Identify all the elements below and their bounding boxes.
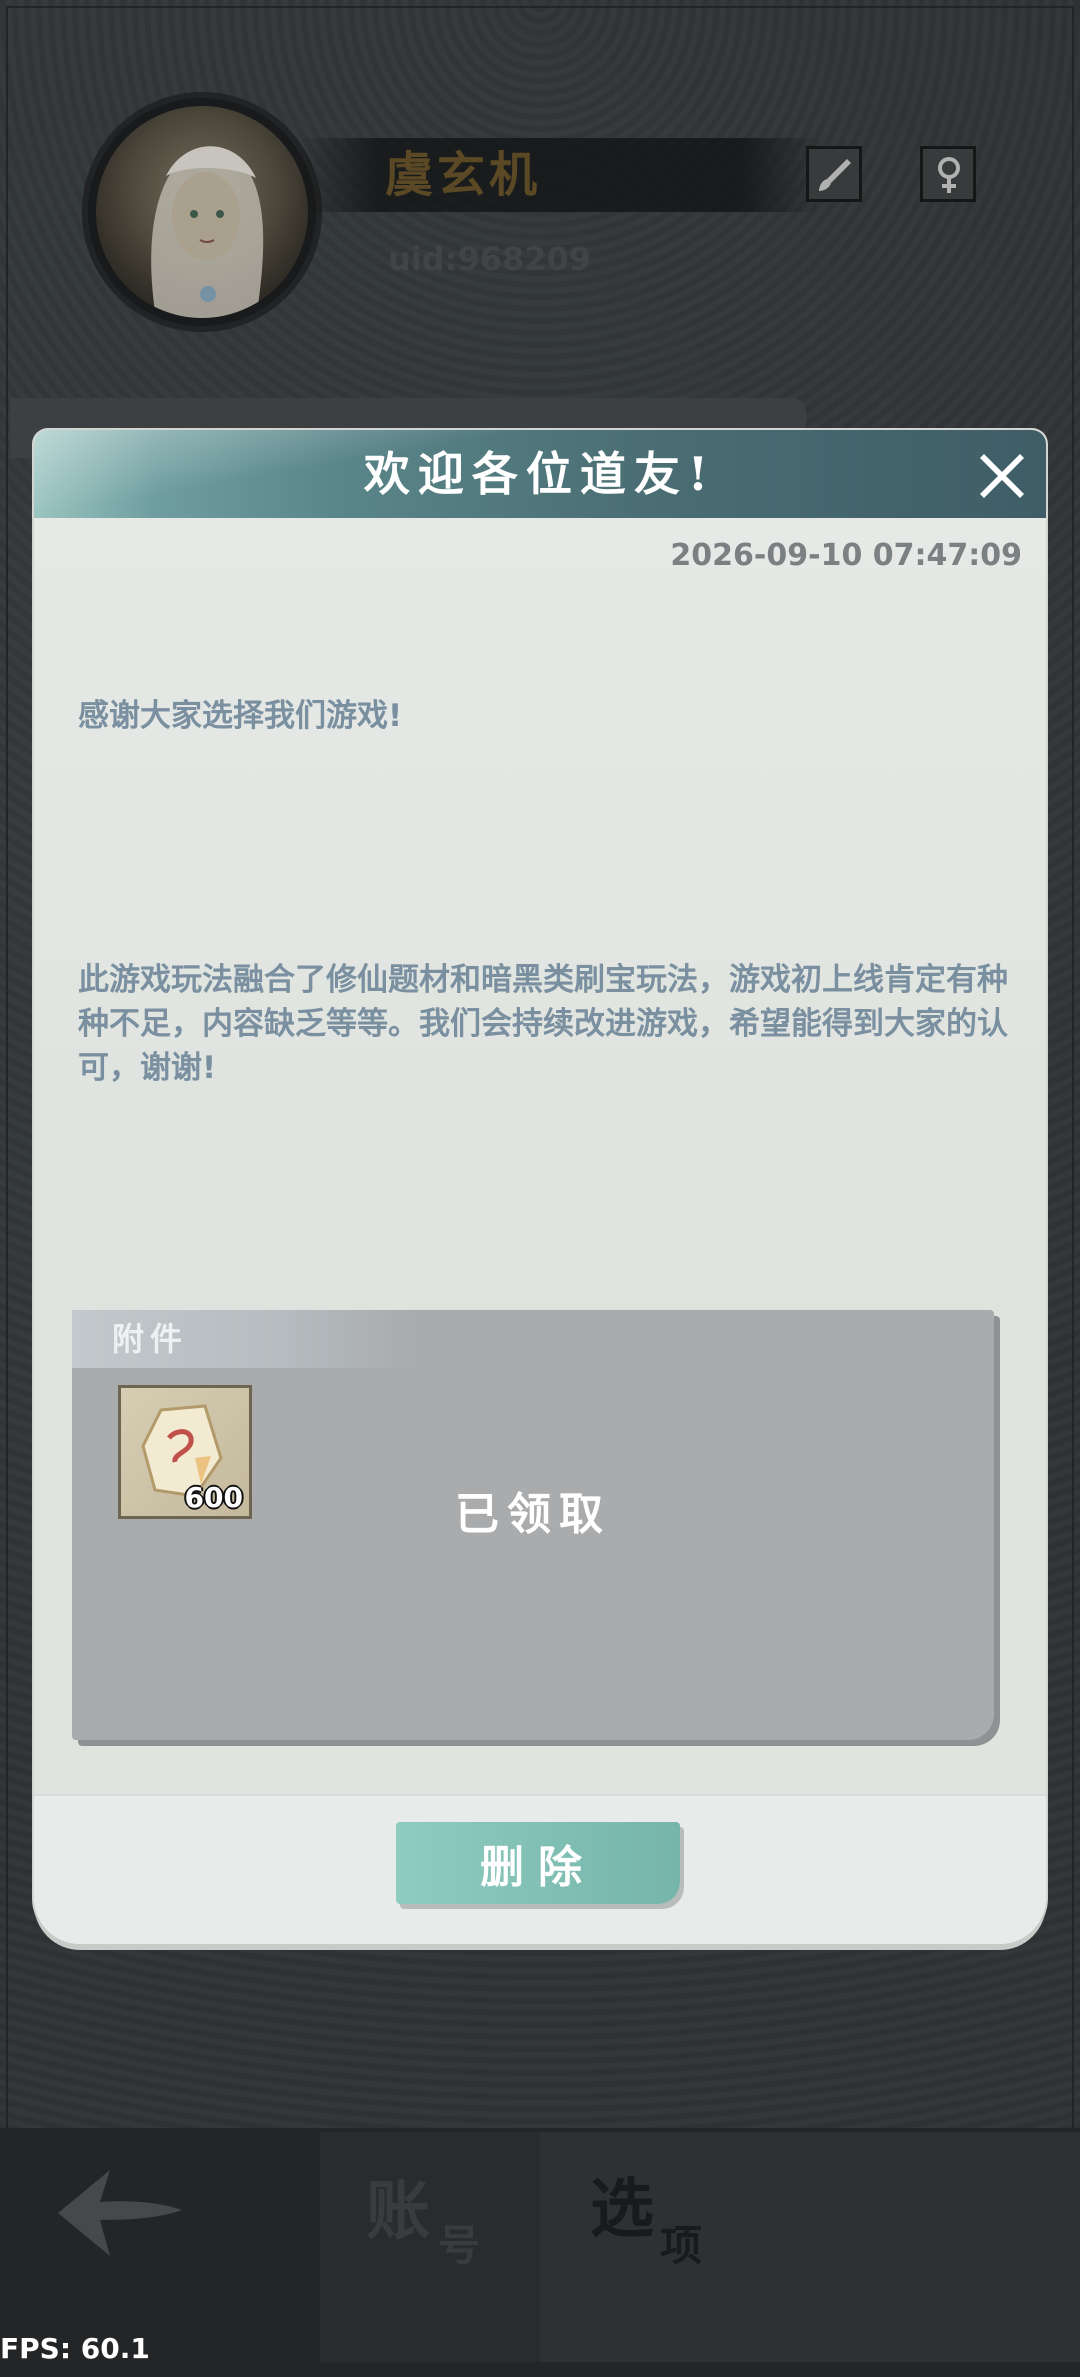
mail-message: 感谢大家选择我们游戏! 此游戏玩法融合了修仙题材和暗黑类刷宝玩法，游戏初上线肯定… [78, 606, 1018, 1178]
mail-date: 2026-09-10 07:47:09 [670, 538, 1022, 573]
delete-button[interactable]: 删除 [396, 1822, 680, 1904]
claimed-status: 已领取 [455, 1489, 611, 1540]
close-icon[interactable] [974, 446, 1030, 502]
message-line: 此游戏玩法融合了修仙题材和暗黑类刷宝玩法，游戏初上线肯定有种种不足，内容缺乏等等… [78, 962, 1008, 1086]
mail-dialog: 欢迎各位道友! 2026-09-10 07:47:09 感谢大家选择我们游戏! … [34, 430, 1046, 1944]
message-line: 感谢大家选择我们游戏! [78, 698, 403, 734]
attachment-label: 附件 [112, 1320, 189, 1358]
fps-counter: FPS: 60.1 [0, 2332, 150, 2365]
dialog-title: 欢迎各位道友! [363, 447, 717, 501]
